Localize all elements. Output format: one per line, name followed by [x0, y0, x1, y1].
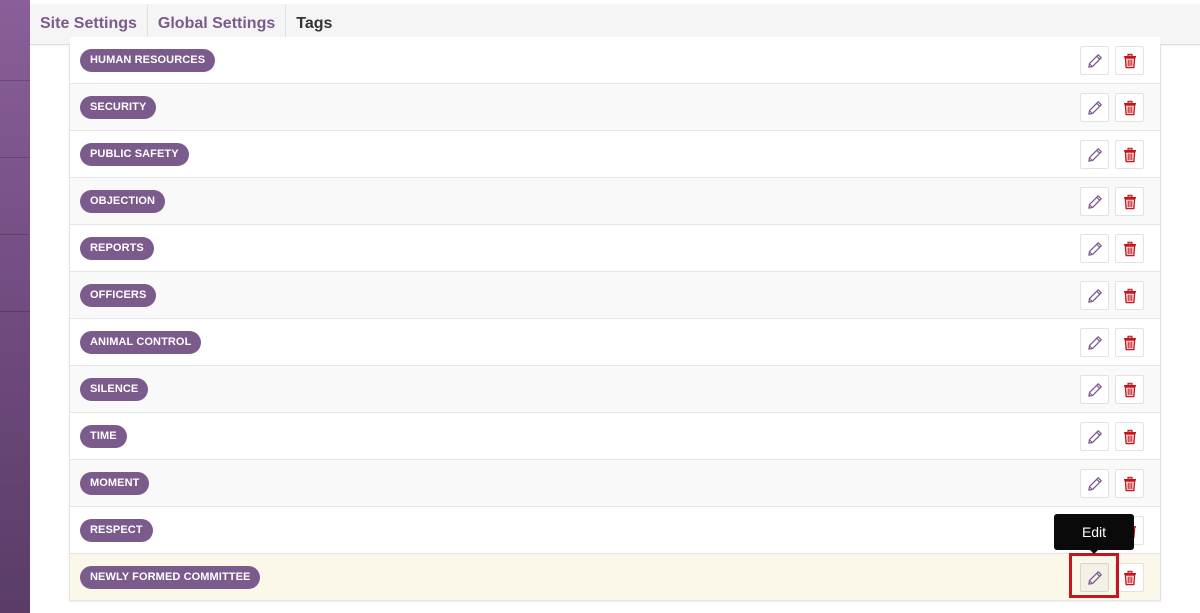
trash-icon	[1122, 335, 1138, 351]
trash-icon	[1122, 476, 1138, 492]
left-sidebar-rail	[0, 0, 30, 613]
edit-tooltip: Edit	[1054, 514, 1134, 550]
tag-label: HUMAN RESOURCES	[80, 49, 216, 72]
tag-row: OFFICERS	[70, 272, 1160, 319]
tag-label: ANIMAL CONTROL	[80, 331, 202, 354]
delete-tag-button[interactable]	[1115, 469, 1144, 498]
edit-tag-button[interactable]	[1080, 422, 1109, 451]
pencil-icon	[1087, 194, 1103, 210]
edit-tag-button[interactable]	[1080, 563, 1109, 592]
edit-tag-button[interactable]	[1080, 187, 1109, 216]
rail-divider	[0, 311, 30, 312]
tag-row: SILENCE	[70, 366, 1160, 413]
tag-label: OFFICERS	[80, 284, 157, 307]
tag-label: TIME	[80, 425, 127, 448]
trash-icon	[1122, 288, 1138, 304]
edit-tag-button[interactable]	[1080, 234, 1109, 263]
edit-tag-button[interactable]	[1080, 328, 1109, 357]
pencil-icon	[1087, 382, 1103, 398]
tag-label: OBJECTION	[80, 190, 166, 213]
trash-icon	[1122, 429, 1138, 445]
trash-icon	[1122, 147, 1138, 163]
trash-icon	[1122, 570, 1138, 586]
tooltip-arrow	[1089, 549, 1099, 554]
trash-icon	[1122, 53, 1138, 69]
tag-row: REPORTS	[70, 225, 1160, 272]
tags-table: HUMAN RESOURCES SECURITY PUBLIC SAFETY OBJE…	[69, 37, 1161, 601]
pencil-icon	[1087, 429, 1103, 445]
edit-tag-button[interactable]	[1080, 281, 1109, 310]
tag-row: OBJECTION	[70, 178, 1160, 225]
rail-divider	[0, 157, 30, 158]
delete-tag-button[interactable]	[1115, 328, 1144, 357]
tag-label: MOMENT	[80, 472, 150, 495]
pencil-icon	[1087, 147, 1103, 163]
tag-row: HUMAN RESOURCES	[70, 37, 1160, 84]
tag-row: RESPECT	[70, 507, 1160, 554]
delete-tag-button[interactable]	[1115, 93, 1144, 122]
edit-tag-button[interactable]	[1080, 46, 1109, 75]
pencil-icon	[1087, 53, 1103, 69]
delete-tag-button[interactable]	[1115, 140, 1144, 169]
delete-tag-button[interactable]	[1115, 187, 1144, 216]
trash-icon	[1122, 241, 1138, 257]
tag-label: PUBLIC SAFETY	[80, 143, 189, 166]
tag-label: NEWLY FORMED COMMITTEE	[80, 566, 261, 589]
pencil-icon	[1087, 335, 1103, 351]
delete-tag-button[interactable]	[1115, 563, 1144, 592]
rail-divider	[0, 234, 30, 235]
delete-tag-button[interactable]	[1115, 375, 1144, 404]
tag-row: MOMENT	[70, 460, 1160, 507]
pencil-icon	[1087, 570, 1103, 586]
delete-tag-button[interactable]	[1115, 281, 1144, 310]
rail-divider	[0, 80, 30, 81]
pencil-icon	[1087, 288, 1103, 304]
pencil-icon	[1087, 476, 1103, 492]
edit-tag-button[interactable]	[1080, 375, 1109, 404]
pencil-icon	[1087, 241, 1103, 257]
tag-label: REPORTS	[80, 237, 154, 260]
trash-icon	[1122, 382, 1138, 398]
pencil-icon	[1087, 100, 1103, 116]
tag-label: RESPECT	[80, 519, 153, 542]
trash-icon	[1122, 100, 1138, 116]
delete-tag-button[interactable]	[1115, 46, 1144, 75]
trash-icon	[1122, 194, 1138, 210]
delete-tag-button[interactable]	[1115, 422, 1144, 451]
tag-row: TIME	[70, 413, 1160, 460]
tag-label: SECURITY	[80, 96, 157, 119]
tag-row: NEWLY FORMED COMMITTEE	[70, 554, 1160, 601]
tag-row: ANIMAL CONTROL	[70, 319, 1160, 366]
tag-label: SILENCE	[80, 378, 149, 401]
edit-tag-button[interactable]	[1080, 140, 1109, 169]
tag-row: SECURITY	[70, 84, 1160, 131]
delete-tag-button[interactable]	[1115, 234, 1144, 263]
edit-tag-button[interactable]	[1080, 93, 1109, 122]
edit-tag-button[interactable]	[1080, 469, 1109, 498]
tag-row: PUBLIC SAFETY	[70, 131, 1160, 178]
